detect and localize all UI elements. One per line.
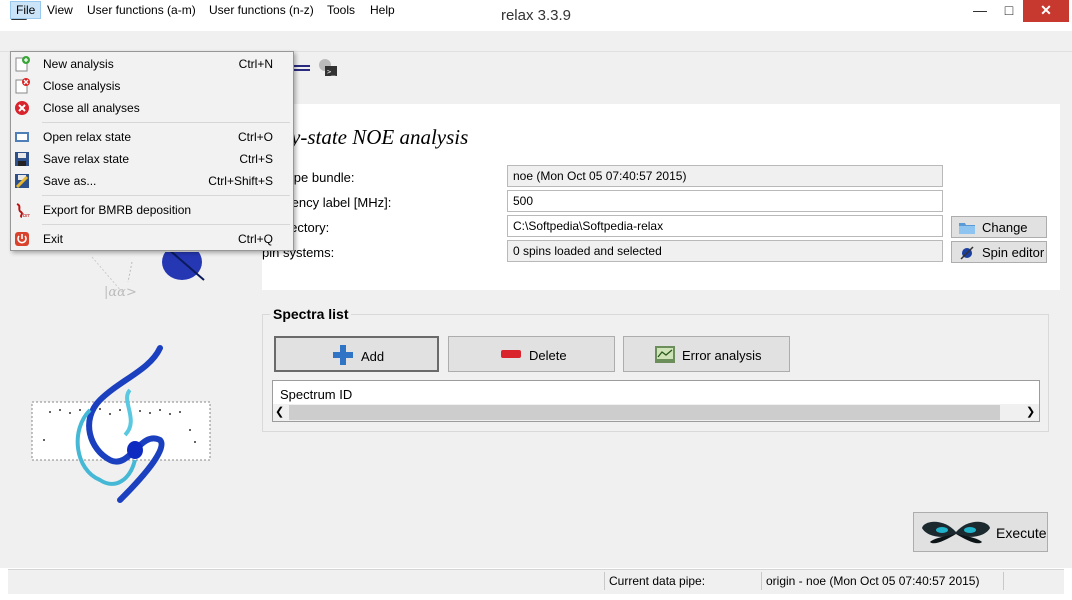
results-directory-input[interactable]: C:\Softpedia\Softpedia-relax xyxy=(507,215,943,237)
butterfly-icon xyxy=(922,521,990,544)
execute-button-label: Execute xyxy=(996,525,1047,541)
svg-text:bm: bm xyxy=(23,213,30,218)
protein-structure-image xyxy=(31,345,211,503)
close-analysis-label: Close analysis xyxy=(43,79,121,93)
maximize-icon: □ xyxy=(1004,2,1014,18)
error-analysis-button[interactable]: Error analysis xyxy=(623,336,790,372)
menu-exit[interactable]: Exit Ctrl+Q xyxy=(12,228,292,250)
spin-editor-label: Spin editor xyxy=(982,245,1045,260)
menu-close-analysis[interactable]: Close analysis xyxy=(12,75,292,97)
status-pipe-label: Current data pipe: xyxy=(604,572,759,590)
close-all-label: Close all analyses xyxy=(43,101,140,115)
save-state-icon xyxy=(15,152,29,166)
close-all-icon xyxy=(15,101,29,115)
menu-separator xyxy=(42,195,290,196)
menu-bar xyxy=(0,31,1072,52)
spectra-list-title: Spectra list xyxy=(270,306,352,322)
save-as-label: Save as... xyxy=(43,174,97,188)
open-state-label: Open relax state xyxy=(43,130,132,144)
delete-button-label: Delete xyxy=(529,348,567,363)
save-state-label: Save relax state xyxy=(43,152,130,166)
bmrb-icon: bm xyxy=(16,203,30,218)
save-as-shortcut: Ctrl+Shift+S xyxy=(208,174,273,188)
execute-button[interactable]: Execute xyxy=(913,512,1048,552)
analysis-title: ady-state NOE analysis xyxy=(270,125,469,149)
menu-new-analysis[interactable]: New analysis Ctrl+N xyxy=(12,53,292,75)
menu-export-bmrb[interactable]: bm Export for BMRB deposition xyxy=(12,199,292,221)
add-button-label: Add xyxy=(361,349,385,364)
folder-icon xyxy=(959,223,975,234)
new-analysis-label: New analysis xyxy=(43,57,114,71)
exit-label: Exit xyxy=(43,232,64,246)
close-icon: ✕ xyxy=(1040,2,1052,18)
spin-editor-button[interactable]: Spin editor xyxy=(951,241,1047,263)
menu-user-functions-n-z[interactable]: User functions (n-z) xyxy=(204,1,319,19)
spectrum-id-column-header[interactable]: Spectrum ID xyxy=(280,387,352,402)
toolbar-prompt-icon[interactable]: >_ xyxy=(317,57,339,79)
menu-close-all-analyses[interactable]: Close all analyses xyxy=(12,97,292,119)
menu-save-as[interactable]: Save as... Ctrl+Shift+S xyxy=(12,170,292,192)
maximize-button[interactable]: □ xyxy=(995,0,1023,22)
change-button-label: Change xyxy=(982,220,1028,235)
spin-systems-field: 0 spins loaded and selected xyxy=(507,240,943,262)
frequency-input[interactable]: 500 xyxy=(507,190,943,212)
close-analysis-icon xyxy=(15,78,30,94)
menu-separator xyxy=(42,122,290,123)
error-analysis-icon xyxy=(655,346,675,363)
save-state-shortcut: Ctrl+S xyxy=(239,152,273,166)
toolbar-pipe-icon[interactable] xyxy=(294,62,310,74)
menu-tools[interactable]: Tools xyxy=(322,1,360,19)
new-analysis-shortcut: Ctrl+N xyxy=(238,57,273,71)
save-as-icon xyxy=(15,174,29,189)
minimize-icon: — xyxy=(973,2,987,18)
scroll-left-icon[interactable]: ❮ xyxy=(275,404,284,421)
change-directory-button[interactable]: Change xyxy=(951,216,1047,238)
delete-icon xyxy=(501,350,521,358)
exit-icon xyxy=(15,232,29,246)
menu-file[interactable]: File xyxy=(10,1,42,19)
menu-user-functions-a-m[interactable]: User functions (a-m) xyxy=(82,1,201,19)
menu-separator xyxy=(42,224,290,225)
svg-text:|αα>: |αα> xyxy=(104,285,137,300)
menu-save-relax-state[interactable]: Save relax state Ctrl+S xyxy=(12,148,292,170)
open-state-icon xyxy=(15,132,29,142)
scroll-right-icon[interactable]: ❯ xyxy=(1026,404,1035,421)
export-bmrb-label: Export for BMRB deposition xyxy=(43,203,192,217)
spin-editor-icon xyxy=(960,246,974,260)
open-state-shortcut: Ctrl+O xyxy=(237,130,273,144)
relax-logo-image: |αα> xyxy=(91,252,205,300)
status-empty-cell xyxy=(1003,572,1063,590)
svg-text:>_: >_ xyxy=(327,68,336,76)
menu-help[interactable]: Help xyxy=(365,1,400,19)
menu-view[interactable]: View xyxy=(42,1,78,19)
menu-open-relax-state[interactable]: Open relax state Ctrl+O xyxy=(12,126,292,148)
error-analysis-label: Error analysis xyxy=(682,348,762,363)
pipe-bundle-field: noe (Mon Oct 05 07:40:57 2015) xyxy=(507,165,943,187)
close-window-button[interactable]: ✕ xyxy=(1023,0,1069,22)
add-icon xyxy=(333,345,353,365)
scrollbar-thumb[interactable] xyxy=(289,405,1000,420)
add-spectrum-button[interactable]: Add xyxy=(274,336,439,372)
status-pipe-value: origin - noe (Mon Oct 05 07:40:57 2015) xyxy=(761,572,1004,590)
minimize-button[interactable]: — xyxy=(965,0,995,22)
new-analysis-icon xyxy=(15,56,30,72)
delete-spectrum-button[interactable]: Delete xyxy=(448,336,615,372)
exit-shortcut: Ctrl+Q xyxy=(237,232,273,246)
